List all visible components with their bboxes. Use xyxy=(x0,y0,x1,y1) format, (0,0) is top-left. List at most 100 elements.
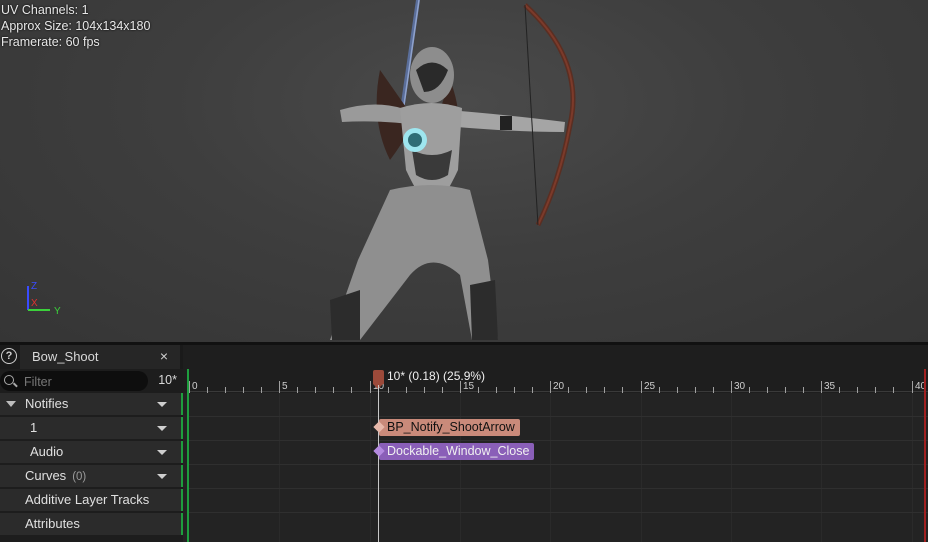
axis-gizmo: Z X Y xyxy=(27,281,61,317)
track-audio[interactable]: Audio xyxy=(0,441,183,465)
stat-approx-size: Approx Size: 104x134x180 xyxy=(1,19,151,33)
ruler-minor-tick xyxy=(604,387,605,393)
ruler-minor-tick xyxy=(839,387,840,393)
grid-row-line xyxy=(189,416,928,417)
start-marker xyxy=(187,369,189,542)
ruler-minor-tick xyxy=(351,387,352,393)
timeline[interactable]: 0 5 10 15 20 25 30 35 40 xyxy=(183,345,928,542)
track-label-notifies: Notifies xyxy=(25,396,69,411)
track-label-attributes: Attributes xyxy=(25,516,80,531)
expand-caret-icon[interactable] xyxy=(6,401,16,407)
notify-shoot-arrow[interactable]: BP_Notify_ShootArrow xyxy=(373,419,520,436)
playhead-line[interactable] xyxy=(378,385,379,542)
search-icon xyxy=(4,375,14,385)
current-frame: 10* xyxy=(158,373,177,387)
tab-title: Bow_Shoot xyxy=(32,349,99,364)
ruler-minor-tick xyxy=(803,387,804,393)
viewport-stats: UV Channels: 1 Approx Size: 104x134x180 … xyxy=(1,2,150,50)
ruler-minor-tick xyxy=(767,387,768,393)
ruler-minor-tick xyxy=(893,387,894,393)
tick-label: 35 xyxy=(824,381,836,392)
close-icon[interactable]: × xyxy=(160,348,168,364)
track-label-curves: Curves (0) xyxy=(25,468,86,483)
stat-uv-channels: UV Channels: 1 xyxy=(1,3,89,17)
ruler-minor-tick xyxy=(857,387,858,393)
axis-x-label: X xyxy=(31,298,38,309)
chevron-down-icon[interactable] xyxy=(157,474,167,479)
ruler-tick xyxy=(189,381,190,393)
tick-label: 20 xyxy=(553,381,565,392)
track-attributes[interactable]: Attributes xyxy=(0,513,183,537)
track-notify-1[interactable]: 1 xyxy=(0,417,183,441)
grid-row-line xyxy=(189,488,928,489)
curves-count: (0) xyxy=(72,471,87,483)
ruler-minor-tick xyxy=(695,387,696,393)
ruler-minor-tick xyxy=(568,387,569,393)
chevron-down-icon[interactable] xyxy=(157,450,167,455)
stat-framerate: Framerate: 60 fps xyxy=(1,35,100,49)
viewport[interactable]: UV Channels: 1 Approx Size: 104x134x180 … xyxy=(0,0,928,342)
ruler-minor-tick xyxy=(297,387,298,393)
grid-row-line xyxy=(189,464,928,465)
tick-label: 0 xyxy=(192,381,198,392)
playhead-handle[interactable] xyxy=(373,370,384,389)
chevron-down-icon[interactable] xyxy=(157,426,167,431)
ruler-tick xyxy=(731,381,732,393)
ruler-minor-tick xyxy=(875,387,876,393)
ruler-minor-tick xyxy=(442,387,443,393)
ruler-tick xyxy=(641,381,642,393)
ruler-minor-tick xyxy=(388,387,389,393)
ruler-minor-tick xyxy=(532,387,533,393)
track-additive-layer[interactable]: Additive Layer Tracks xyxy=(0,489,183,513)
ruler-minor-tick xyxy=(677,387,678,393)
tab-bow-shoot[interactable]: Bow_Shoot × xyxy=(20,345,180,369)
curves-label: Curves xyxy=(25,468,67,483)
track-curves[interactable]: Curves (0) xyxy=(0,465,183,489)
track-label-1: 1 xyxy=(30,420,38,435)
tick-label: 5 xyxy=(282,381,288,392)
axis-y-label: Y xyxy=(54,306,61,317)
notify-diamond-icon[interactable] xyxy=(373,445,385,457)
ruler-minor-tick xyxy=(713,387,714,393)
tick-label: 30 xyxy=(734,381,746,392)
ruler-tick xyxy=(370,381,371,393)
ruler-minor-tick xyxy=(622,387,623,393)
notify-label: Dockable_Window_Close xyxy=(387,444,530,458)
ruler-minor-tick xyxy=(478,387,479,393)
ruler-minor-tick xyxy=(333,387,334,393)
ruler-minor-tick xyxy=(315,387,316,393)
ruler-tick xyxy=(821,381,822,393)
help-icon[interactable]: ? xyxy=(1,348,17,364)
grid-row-line xyxy=(189,440,928,441)
ruler-minor-tick xyxy=(225,387,226,393)
ruler-tick xyxy=(279,381,280,393)
tab-row: ? Bow_Shoot × xyxy=(0,345,183,369)
search-box[interactable] xyxy=(0,371,148,393)
character-model xyxy=(330,0,576,340)
track-list-panel: ? Bow_Shoot × 10* Notifies 1 Audio Curve… xyxy=(0,345,183,542)
axis-z-label: Z xyxy=(31,281,37,292)
notify-window-close[interactable]: Dockable_Window_Close xyxy=(373,443,535,460)
end-marker[interactable] xyxy=(924,369,926,542)
ruler-minor-tick xyxy=(514,387,515,393)
chevron-down-icon[interactable] xyxy=(157,402,167,407)
ruler-tick xyxy=(912,381,913,393)
notify-label: BP_Notify_ShootArrow xyxy=(387,420,515,434)
playhead-label: 10* (0.18) (25.9%) xyxy=(387,369,486,383)
notify-diamond-icon[interactable] xyxy=(373,421,385,433)
track-notifies[interactable]: Notifies xyxy=(0,393,183,417)
timeline-ruler[interactable]: 0 5 10 15 20 25 30 35 40 xyxy=(183,345,928,393)
ruler-minor-tick xyxy=(424,387,425,393)
search-input[interactable] xyxy=(22,371,146,393)
ruler-minor-tick xyxy=(496,387,497,393)
ruler-minor-tick xyxy=(785,387,786,393)
ruler-minor-tick xyxy=(749,387,750,393)
tick-label: 25 xyxy=(644,381,656,392)
ruler-minor-tick xyxy=(406,387,407,393)
track-label-audio: Audio xyxy=(30,444,64,459)
ruler-minor-tick xyxy=(659,387,660,393)
ruler-tick xyxy=(550,381,551,393)
ruler-minor-tick xyxy=(207,387,208,393)
filter-row: 10* xyxy=(0,370,183,393)
ruler-minor-tick xyxy=(586,387,587,393)
